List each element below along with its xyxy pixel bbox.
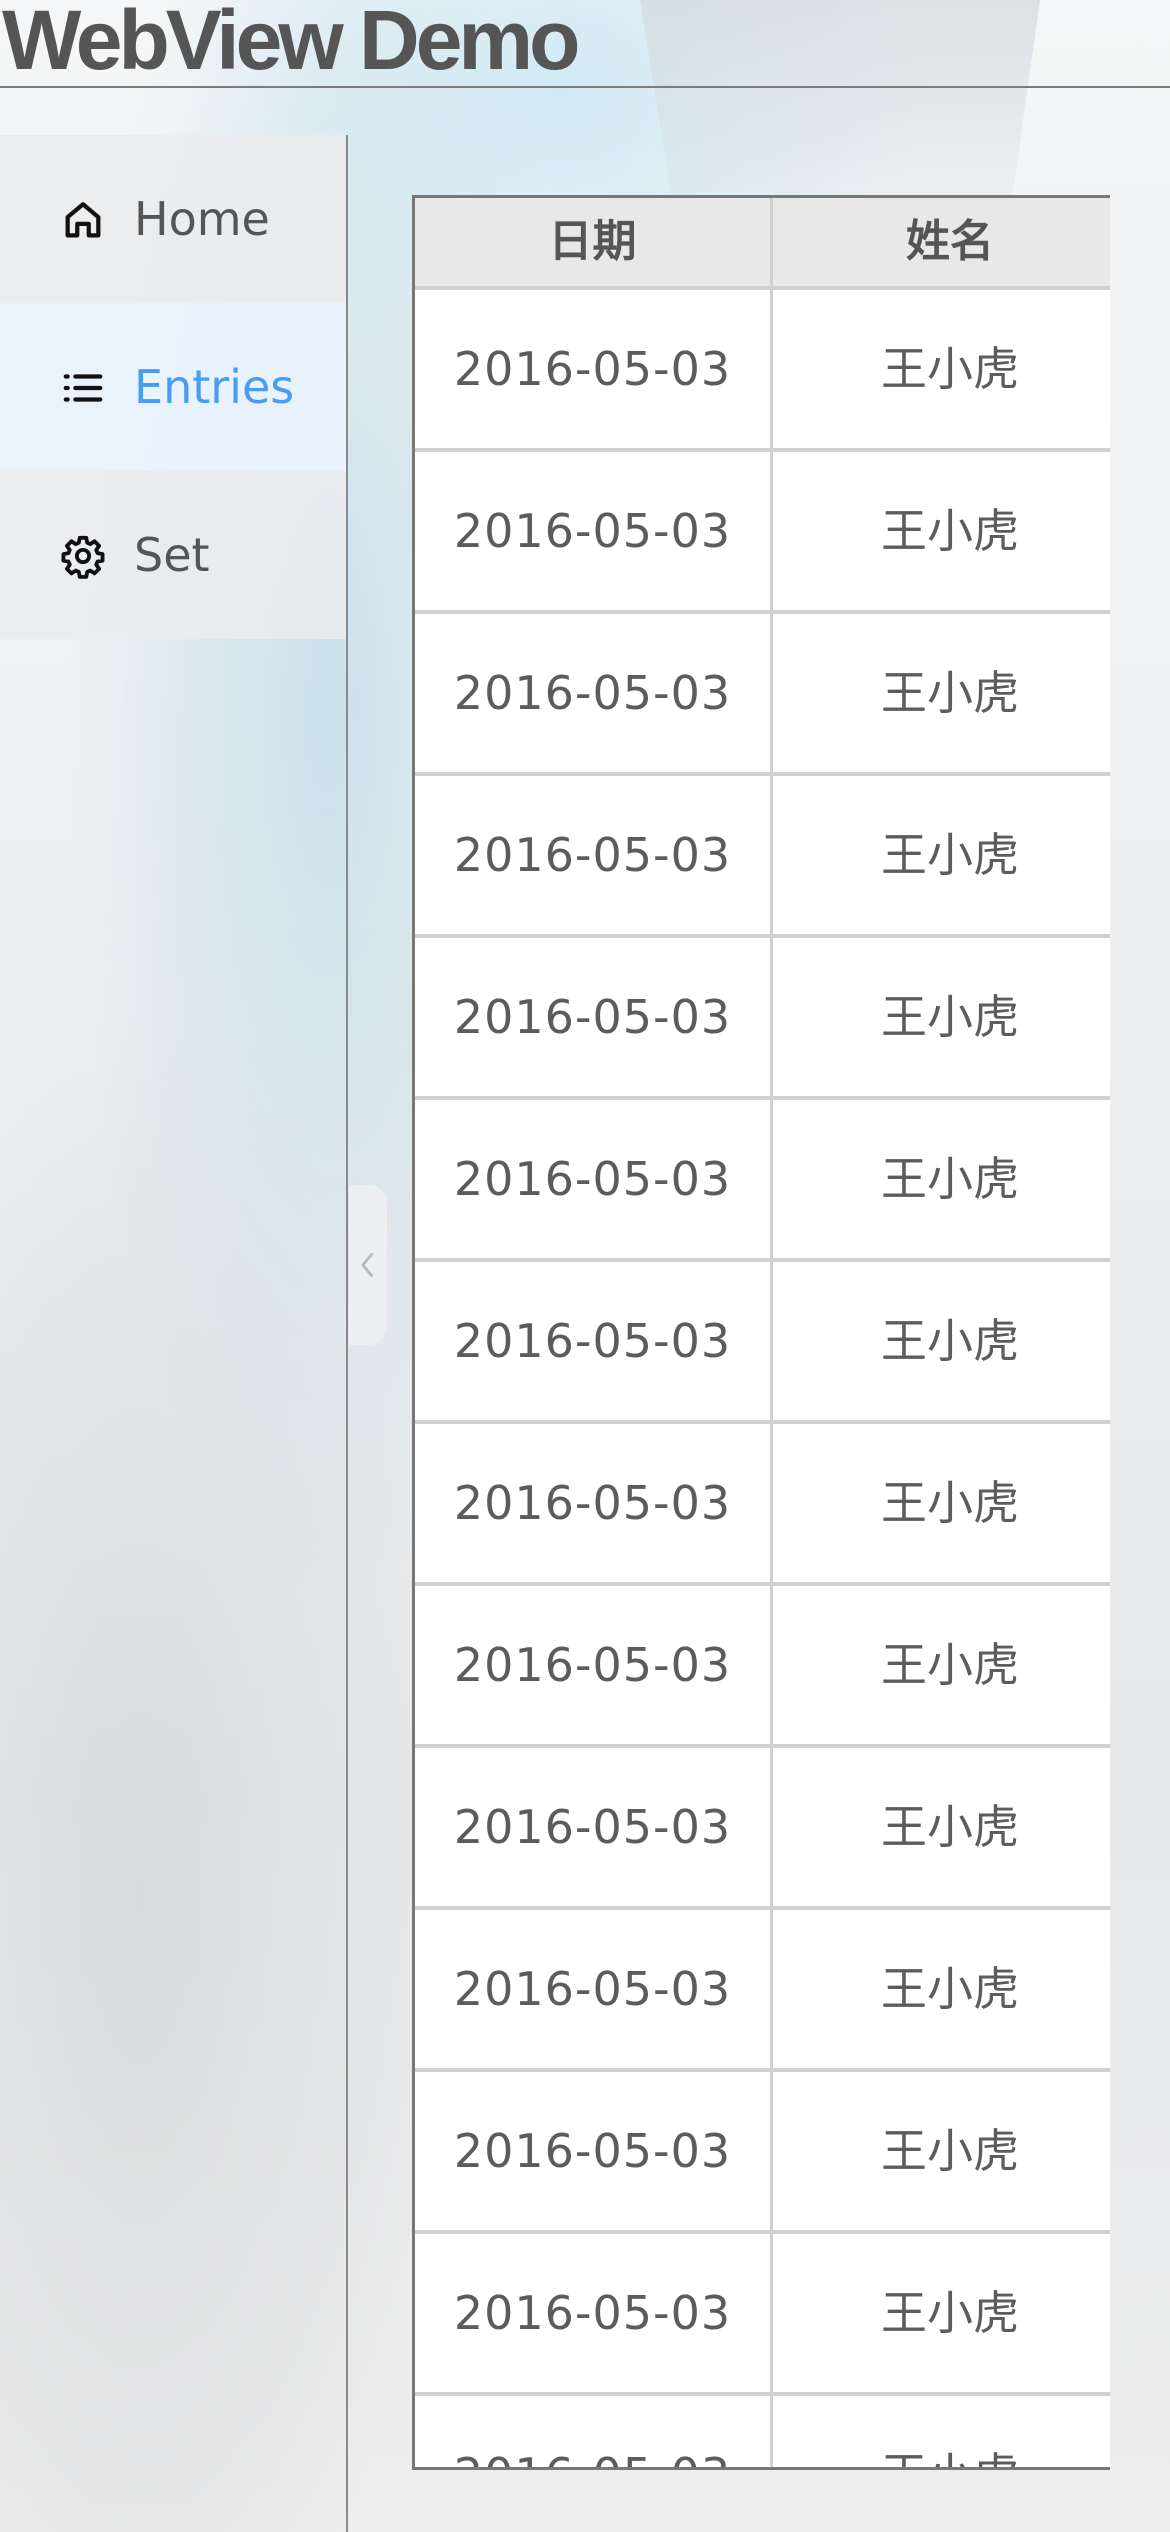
list-icon — [60, 365, 106, 411]
app-header: WebView Demo — [0, 0, 1170, 88]
cell-name: 王小虎 — [881, 828, 1019, 882]
cell-name: 王小虎 — [881, 1314, 1019, 1368]
cell-date: 2016-05-03 — [415, 1262, 773, 1420]
table-row[interactable]: 2016-05-03 王小虎 — [415, 1100, 1110, 1262]
cell-name: 王小虎 — [881, 1962, 1019, 2016]
table-row[interactable]: 2016-05-03 王小虎 — [415, 1748, 1110, 1910]
cell-date: 2016-05-03 — [415, 1748, 773, 1906]
table-body: 2016-05-03 王小虎 2016-05-03 王小虎 2016-05-03 王小虎 2… — [415, 290, 1110, 2467]
table-header: 日期 姓名 — [415, 198, 1110, 290]
column-header-name[interactable]: 姓名 — [773, 198, 1110, 286]
table-row[interactable]: 2016-05-03 王小虎 — [415, 452, 1110, 614]
cell-name: 王小虎 — [881, 2124, 1019, 2178]
cell-date: 2016-05-03 — [415, 452, 773, 610]
cell-date: 2016-05-03 — [415, 2234, 773, 2392]
table-row[interactable]: 2016-05-03 王小虎 — [415, 290, 1110, 452]
table-row[interactable]: 2016-05-03 王小虎 — [415, 776, 1110, 938]
table-row[interactable]: 2016-05-03 王小虎 — [415, 1262, 1110, 1424]
sidebar-item-label: Set — [134, 528, 210, 582]
cell-date: 2016-05-03 — [415, 614, 773, 772]
cell-date: 2016-05-03 — [415, 290, 773, 448]
cell-name: 王小虎 — [881, 1152, 1019, 1206]
cell-date: 2016-05-03 — [415, 1910, 773, 2068]
home-icon — [60, 197, 106, 243]
sidebar: Home Entries Set — [0, 135, 348, 2532]
cell-name: 王小虎 — [773, 2396, 1110, 2467]
table-row[interactable]: 2016-05-03 王小虎 — [415, 2234, 1110, 2396]
table-row[interactable]: 2016-05-03 王小虎 — [415, 938, 1110, 1100]
column-header-date[interactable]: 日期 — [415, 198, 773, 286]
table-row[interactable]: 2016-05-03 王小虎 — [415, 1910, 1110, 2072]
sidebar-item-home[interactable]: Home — [0, 135, 346, 303]
cell-name: 王小虎 — [881, 342, 1019, 396]
table-row[interactable]: 2016-05-03 王小虎 — [415, 2072, 1110, 2234]
sidebar-item-label: Home — [134, 192, 270, 246]
cell-date: 2016-05-03 — [415, 1100, 773, 1258]
table-row[interactable]: 2016-05-03 王小虎 — [415, 1424, 1110, 1586]
gear-icon — [60, 533, 106, 579]
table-row[interactable]: 2016-05-03 王小虎 — [415, 1586, 1110, 1748]
sidebar-item-set[interactable]: Set — [0, 471, 346, 639]
cell-name: 王小虎 — [881, 1800, 1019, 1854]
cell-name: 王小虎 — [881, 990, 1019, 1044]
app-title: WebView Demo — [2, 0, 580, 87]
cell-name: 王小虎 — [881, 1638, 1019, 1692]
sidebar-item-entries[interactable]: Entries — [0, 303, 346, 471]
cell-date: 2016-05-03 — [415, 2396, 773, 2467]
cell-date: 2016-05-03 — [415, 1424, 773, 1582]
chevron-left-icon — [361, 1253, 373, 1277]
cell-date: 2016-05-03 — [415, 1586, 773, 1744]
table-row[interactable]: 2016-05-03 王小虎 — [415, 614, 1110, 776]
cell-date: 2016-05-03 — [415, 776, 773, 934]
cell-name: 王小虎 — [881, 1476, 1019, 1530]
cell-name: 王小虎 — [881, 2286, 1019, 2340]
table-row[interactable]: 2016-05-03王小虎 — [415, 2396, 1110, 2467]
cell-name: 王小虎 — [881, 504, 1019, 558]
cell-name: 王小虎 — [881, 666, 1019, 720]
cell-date: 2016-05-03 — [415, 2072, 773, 2230]
sidebar-item-label: Entries — [134, 360, 295, 414]
entries-table: 日期 姓名 2016-05-03 王小虎 2016-05-03 王小虎 2016-05-… — [412, 195, 1110, 2470]
sidebar-collapse-handle[interactable] — [349, 1185, 387, 1345]
cell-date: 2016-05-03 — [415, 938, 773, 1096]
